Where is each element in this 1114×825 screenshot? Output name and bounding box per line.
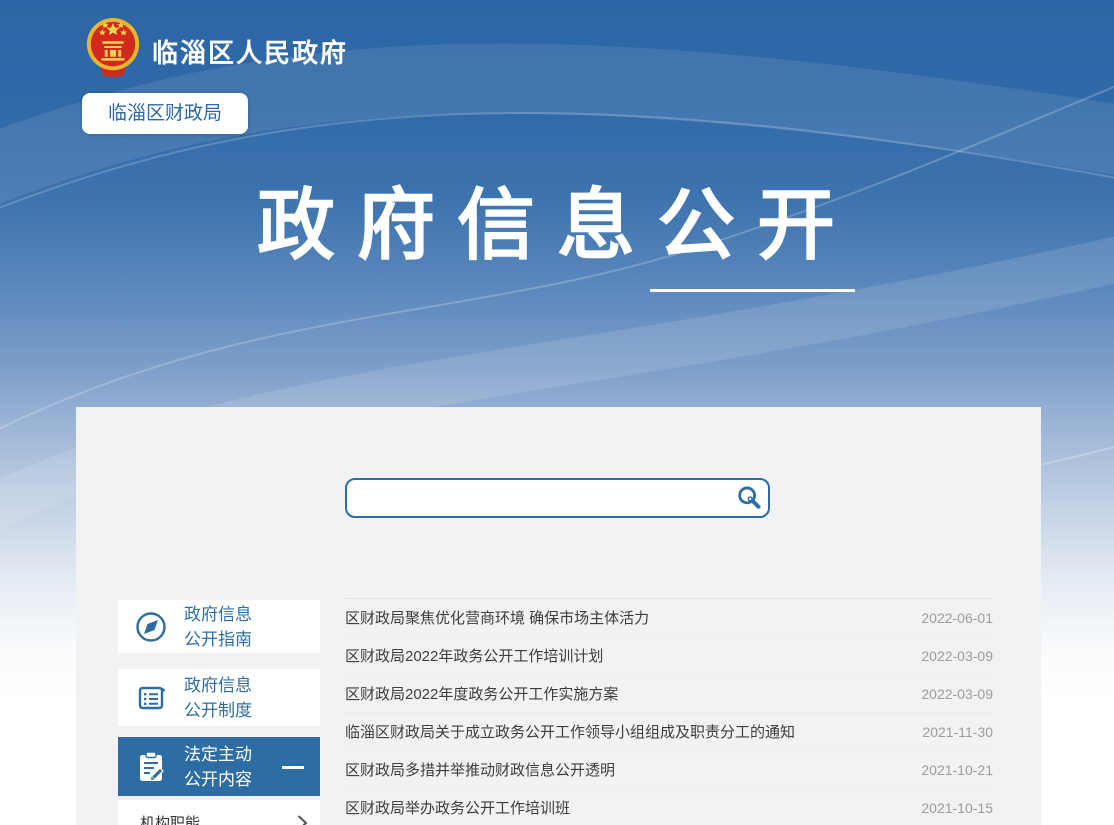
news-row[interactable]: 区财政局举办政务公开工作培训班 2021-10-15: [345, 789, 993, 825]
news-date: 2022-03-09: [921, 648, 993, 664]
sidebar-item-label: 政府信息 公开指南: [184, 602, 252, 652]
sidebar-sub-label: 机构职能: [140, 812, 200, 825]
sidebar: 政府信息 公开指南 政府信息 公开制度: [118, 600, 320, 825]
news-row[interactable]: 区财政局聚焦优化营商环境 确保市场主体活力 2022-06-01: [345, 599, 993, 637]
news-date: 2022-03-09: [921, 686, 993, 702]
news-row[interactable]: 区财政局2022年政务公开工作培训计划 2022-03-09: [345, 637, 993, 675]
news-date: 2021-11-30: [922, 724, 993, 740]
news-title[interactable]: 区财政局多措并举推动财政信息公开透明: [345, 759, 615, 780]
collapse-minus-icon[interactable]: [282, 766, 304, 769]
news-title[interactable]: 区财政局2022年政务公开工作培训计划: [345, 645, 603, 666]
site-title: 临淄区人民政府: [152, 33, 348, 70]
sidebar-item-org-functions[interactable]: 机构职能: [118, 800, 320, 825]
news-list: 区财政局聚焦优化营商环境 确保市场主体活力 2022-06-01 区财政局202…: [345, 598, 993, 825]
sidebar-item-statutory-disclosure[interactable]: 法定主动 公开内容: [118, 737, 320, 796]
label-line: 公开内容: [184, 767, 252, 792]
search-box: [345, 478, 770, 518]
content-panel: 政府信息 公开指南 政府信息 公开制度: [76, 407, 1041, 825]
search-input[interactable]: [347, 480, 728, 516]
sidebar-item-guide[interactable]: 政府信息 公开指南: [118, 600, 320, 653]
news-title[interactable]: 区财政局2022年度政务公开工作实施方案: [345, 683, 618, 704]
label-line: 政府信息: [184, 602, 252, 627]
news-date: 2022-06-01: [921, 610, 993, 626]
document-list-icon: [118, 680, 184, 716]
label-line: 政府信息: [184, 673, 252, 698]
label-line: 公开制度: [184, 698, 252, 723]
label-line: 公开指南: [184, 627, 252, 652]
page-title: 政府信息公开: [0, 186, 1114, 264]
compass-icon: [118, 609, 184, 645]
sidebar-item-system[interactable]: 政府信息 公开制度: [118, 669, 320, 726]
news-title[interactable]: 区财政局举办政务公开工作培训班: [345, 797, 570, 818]
news-date: 2021-10-15: [921, 800, 993, 816]
clipboard-pencil-icon: [118, 748, 184, 786]
sidebar-item-label: 法定主动 公开内容: [184, 742, 252, 792]
news-row[interactable]: 区财政局多措并举推动财政信息公开透明 2021-10-21: [345, 751, 993, 789]
news-row[interactable]: 区财政局2022年度政务公开工作实施方案 2022-03-09: [345, 675, 993, 713]
news-date: 2021-10-21: [921, 762, 993, 778]
department-badge[interactable]: 临淄区财政局: [82, 93, 248, 134]
sidebar-item-label: 政府信息 公开制度: [184, 673, 252, 723]
page: 临淄区人民政府 临淄区财政局 政府信息公开: [0, 0, 1114, 825]
news-title[interactable]: 临淄区财政局关于成立政务公开工作领导小组组成及职责分工的通知: [345, 721, 795, 742]
title-underline: [650, 289, 855, 292]
chevron-right-icon: [296, 814, 308, 825]
news-title[interactable]: 区财政局聚焦优化营商环境 确保市场主体活力: [345, 607, 649, 628]
label-line: 法定主动: [184, 742, 252, 767]
search-button[interactable]: [728, 480, 768, 516]
national-emblem-icon: [84, 17, 142, 79]
search-icon: [734, 484, 762, 512]
news-row[interactable]: 临淄区财政局关于成立政务公开工作领导小组组成及职责分工的通知 2021-11-3…: [345, 713, 993, 751]
